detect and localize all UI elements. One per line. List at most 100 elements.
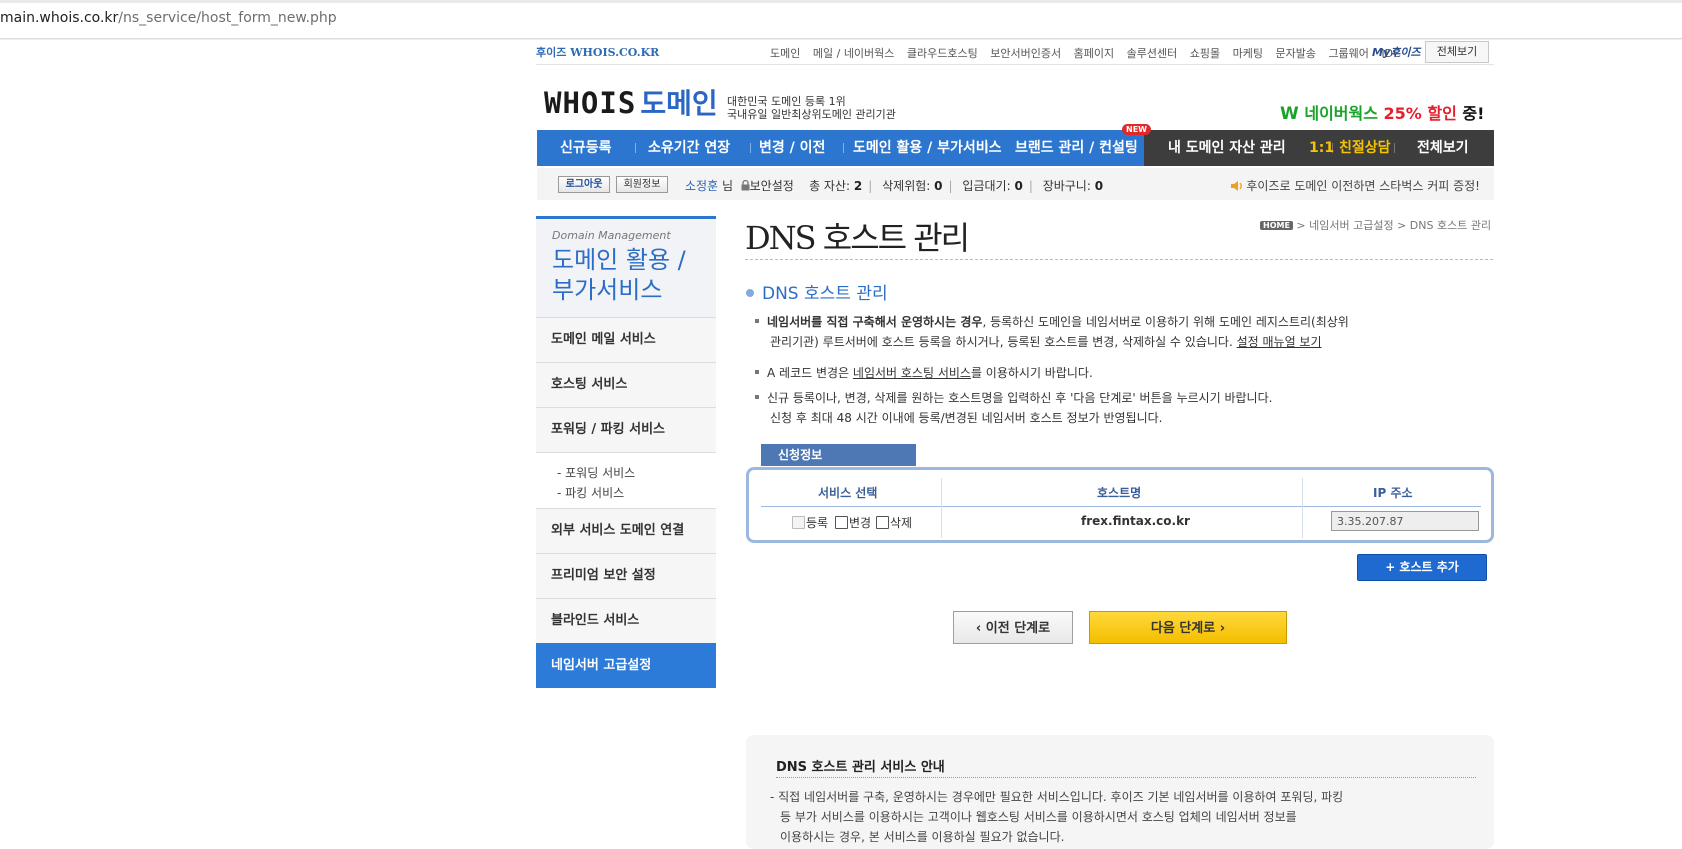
p3-line1: 신규 등록이나, 변경, 삭제를 원하는 호스트명을 입력하신 후 '다음 단계… (767, 391, 1273, 405)
guide-line3: 이용하시는 경우, 본 서비스를 이용하실 필요가 없습니다. (780, 830, 1065, 844)
topnav-divider (536, 64, 1494, 65)
whois-brand-link[interactable]: 후이즈 WHOIS.CO.KR (536, 44, 659, 60)
promo-suffix: 중! (1462, 104, 1485, 123)
logout-button[interactable]: 로그아웃 (558, 176, 610, 193)
change-checkbox[interactable]: 변경 (835, 514, 871, 531)
breadcrumb-home-icon[interactable]: HOME (1260, 221, 1293, 230)
info-paragraph-1: 네임서버를 직접 구축해서 운영하시는 경우, 등록하신 도메인을 네임서버로 … (755, 312, 1455, 352)
address-url[interactable]: main.whois.co.kr/ns_service/host_form_ne… (0, 10, 337, 26)
top-link-cloud[interactable]: 클라우드호스팅 (907, 47, 978, 60)
browser-address-bar[interactable]: main.whois.co.kr/ns_service/host_form_ne… (0, 0, 1682, 39)
p2-post: 를 이용하시기 바랍니다. (970, 366, 1093, 380)
security-settings-link[interactable]: 보안설정 (750, 179, 794, 193)
title-divider (745, 259, 1493, 260)
sidebar-item-external-connect[interactable]: 외부 서비스 도메인 연결 (536, 508, 716, 553)
promo-brand: 네이버웍스 (1304, 104, 1378, 123)
top-link-shop[interactable]: 쇼핑몰 (1190, 47, 1220, 60)
table-row: 등록 변경 삭제 frex.fintax.co.kr 3.35.207.87 (761, 510, 1481, 536)
square-bullet-icon (755, 395, 759, 399)
whois-logo[interactable]: WHOIS 도메인 (544, 82, 718, 122)
menu-my-domain-assets[interactable]: 내 도메인 자산 관리 (1168, 130, 1286, 166)
pending-payment-label: 입금대기: (962, 179, 1011, 193)
square-bullet-icon (755, 370, 759, 374)
top-link-solution[interactable]: 솔루션센터 (1127, 47, 1178, 60)
cart-label: 장바구니: (1042, 179, 1091, 193)
checkbox-icon (835, 516, 848, 529)
top-link-domain[interactable]: 도메인 (770, 47, 800, 60)
user-info-bar: 로그아웃 회원정보 소정훈 님 보안설정 총 자산: 2 | 삭제위험: 0 | 입… (537, 168, 1494, 200)
url-path: /ns_service/host_form_new.php (118, 10, 337, 26)
naverworks-logo-icon: W (1280, 104, 1299, 124)
my-whois-link[interactable]: My후이즈 (1372, 44, 1420, 60)
top-link-ssl[interactable]: 보안서버인증서 (990, 47, 1061, 60)
manual-link[interactable]: 설정 매뉴얼 보기 (1237, 335, 1322, 349)
ip-address-field[interactable]: 3.35.207.87 (1331, 511, 1479, 531)
logo-desc-line1: 대한민국 도메인 등록 1위 (727, 95, 846, 108)
menu-renewal[interactable]: 소유기간 연장 (648, 130, 730, 166)
menu-separator (750, 143, 751, 153)
sidebar-item-premium-security[interactable]: 프리미엄 보안 설정 (536, 553, 716, 598)
member-info-button[interactable]: 회원정보 (616, 176, 668, 193)
cart-value[interactable]: 0 (1095, 179, 1103, 193)
top-utility-nav: 후이즈 WHOIS.CO.KR 도메인 메일 / 네이버웍스 클라우드호스팅 보… (536, 40, 1494, 64)
menu-new-registration[interactable]: 신규등록 (560, 130, 612, 166)
pending-payment-value[interactable]: 0 (1014, 179, 1022, 193)
delete-risk-value[interactable]: 0 (934, 179, 942, 193)
sidebar-item-forwarding-parking[interactable]: 포워딩 / 파킹 서비스 (536, 407, 716, 452)
register-checkbox[interactable]: 등록 (792, 514, 828, 531)
guide-line2: 등 부가 서비스를 이용하시는 고객이나 웹호스팅 서비스를 이용하시면서 호스… (780, 810, 1297, 824)
delete-checkbox[interactable]: 삭제 (876, 514, 912, 531)
guide-text: - 직접 네임서버를 구축, 운영하시는 경우에만 필요한 서비스입니다. 후이… (770, 787, 1460, 847)
section-title-text: DNS 호스트 관리 (762, 284, 888, 304)
sidebar-header: Domain Management 도메인 활용 / 부가서비스 (536, 216, 716, 317)
menu-change-transfer[interactable]: 변경 / 이전 (759, 130, 825, 166)
sidebar-item-domain-mail[interactable]: 도메인 메일 서비스 (536, 317, 716, 362)
sidebar-item-hosting[interactable]: 호스팅 서비스 (536, 362, 716, 407)
sidebar-subitem-forwarding[interactable]: - 포워딩 서비스 (557, 463, 716, 483)
prev-step-button[interactable]: ‹ 이전 단계로 (953, 611, 1073, 644)
total-assets-value[interactable]: 2 (854, 179, 862, 193)
menu-separator (1394, 143, 1395, 153)
info-paragraph-2: A 레코드 변경은 네임서버 호스팅 서비스를 이용하시기 바랍니다. (755, 363, 1093, 383)
new-badge: NEW (1122, 124, 1151, 135)
guide-line1: - 직접 네임서버를 구축, 운영하시는 경우에만 필요한 서비스입니다. 후이… (770, 790, 1344, 804)
guide-divider (776, 777, 1476, 778)
top-link-groupware[interactable]: 그룹웨어 (1328, 47, 1368, 60)
transfer-promo-notice[interactable]: 후이즈로 도메인 이전하면 스타벅스 커피 증정! (1230, 177, 1480, 194)
delete-risk-label: 삭제위험: (882, 179, 931, 193)
logo-desc-line2: 국내유일 일반최상위도메인 관리기관 (727, 108, 896, 121)
menu-separator (635, 143, 636, 153)
menu-brand-consulting[interactable]: 브랜드 관리 / 컨설팅 (1015, 130, 1138, 166)
host-name-value: frex.fintax.co.kr (1081, 514, 1190, 528)
p2-pre: A 레코드 변경은 (767, 366, 853, 380)
sidebar-subitem-parking[interactable]: - 파킹 서비스 (557, 483, 716, 503)
section-title: DNS 호스트 관리 (746, 279, 888, 304)
nameserver-hosting-link[interactable]: 네임서버 호스팅 서비스 (853, 366, 971, 380)
all-view-button[interactable]: 전체보기 (1425, 41, 1489, 63)
register-label: 등록 (806, 516, 829, 530)
speaker-icon (1230, 180, 1243, 192)
guide-title: DNS 호스트 관리 서비스 안내 (776, 760, 945, 775)
top-link-sms[interactable]: 문자발송 (1275, 47, 1315, 60)
user-name[interactable]: 소정훈 (685, 179, 718, 193)
info-paragraph-3: 신규 등록이나, 변경, 삭제를 원하는 호스트명을 입력하신 후 '다음 단계… (755, 388, 1272, 428)
service-guide-box: DNS 호스트 관리 서비스 안내 - 직접 네임서버를 구축, 운영하시는 경… (746, 735, 1494, 849)
sidebar-kr-title-line1: 도메인 활용 / (552, 246, 686, 274)
transfer-promo-text: 후이즈로 도메인 이전하면 스타벅스 커피 증정! (1246, 179, 1480, 193)
add-host-button[interactable]: + 호스트 추가 (1357, 554, 1487, 581)
promo-discount: 25% 할인 (1383, 104, 1457, 123)
sidebar-item-blind[interactable]: 블라인드 서비스 (536, 598, 716, 643)
top-link-homepage[interactable]: 홈페이지 (1074, 47, 1114, 60)
table-header: 서비스 선택 호스트명 IP 주소 (761, 478, 1481, 507)
top-link-marketing[interactable]: 마케팅 (1233, 47, 1263, 60)
col-ip-header: IP 주소 (1373, 486, 1413, 500)
sidebar-item-nameserver-advanced[interactable]: 네임서버 고급설정 (536, 643, 716, 688)
menu-all-view[interactable]: 전체보기 (1417, 130, 1469, 166)
naverworks-promo-banner[interactable]: W 네이버웍스 25% 할인 중! (1280, 100, 1484, 124)
top-link-mail[interactable]: 메일 / 네이버웍스 (813, 47, 895, 60)
menu-domain-addon[interactable]: 도메인 활용 / 부가서비스 (853, 130, 1002, 166)
breadcrumb: HOME > 네임서버 고급설정 > DNS 호스트 관리 (1260, 217, 1491, 233)
next-step-button[interactable]: 다음 단계로 › (1089, 611, 1287, 644)
url-host: main.whois.co.kr (0, 10, 119, 26)
menu-consultation[interactable]: 1:1 친절상담 (1309, 130, 1390, 166)
